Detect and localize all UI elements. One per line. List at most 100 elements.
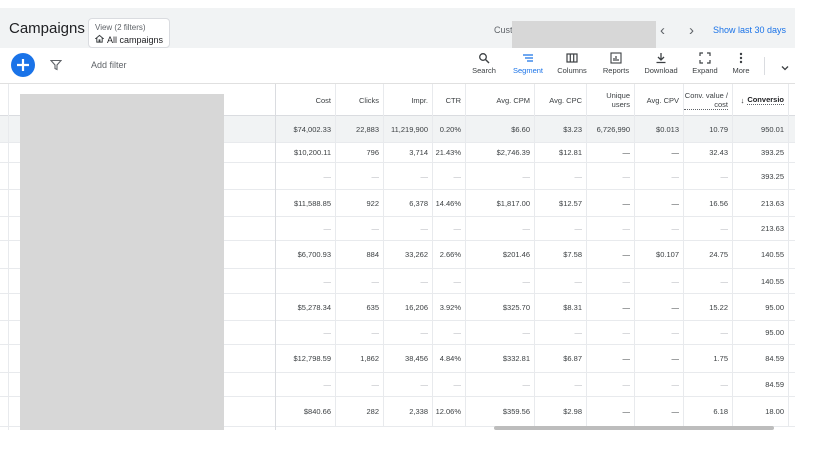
column-header-label: Avg. CPM: [496, 95, 530, 105]
chevron-right-icon[interactable]: ›: [689, 22, 694, 39]
reports-icon: [610, 52, 622, 64]
cell-avg-cpv: $0.013: [635, 116, 684, 142]
expand-button[interactable]: Expand: [689, 52, 721, 75]
cell-clicks: —: [336, 373, 384, 396]
add-button[interactable]: [11, 53, 35, 77]
column-header-label: Avg. CPV: [646, 95, 679, 105]
cell-clicks: 635: [336, 294, 384, 320]
cell-unique-users: —: [587, 373, 635, 396]
cell-avg-cpc: —: [535, 269, 587, 293]
reports-button[interactable]: Reports: [600, 52, 632, 75]
columns-icon: [566, 53, 578, 63]
column-header-avg-cpm[interactable]: Avg. CPM: [466, 84, 535, 116]
cell-avg-cpc: $6.87: [535, 345, 587, 372]
chevron-down-icon[interactable]: [780, 60, 790, 78]
column-header-ctr[interactable]: CTR: [433, 84, 466, 116]
cell-avg-cpv: —: [635, 269, 684, 293]
cell-avg-cpc: —: [535, 321, 587, 344]
column-header-label: Unique users: [606, 91, 630, 109]
cell-conversions: 213.63: [733, 217, 789, 240]
cell-conversions: 18.00: [733, 397, 789, 426]
top-bar: Campaigns View (2 filters) All campaigns…: [0, 8, 795, 53]
cell-impr: 2,338: [384, 397, 433, 426]
cell-avg-cpc: $8.31: [535, 294, 587, 320]
cell-impr: —: [384, 163, 433, 189]
cell-ctr: 14.46%: [433, 190, 466, 216]
cell-impr: —: [384, 269, 433, 293]
search-icon: [479, 53, 490, 64]
cell-ctr: —: [433, 373, 466, 396]
cell-avg-cpv: $0.107: [635, 241, 684, 268]
column-header-label: Cost: [315, 95, 331, 105]
column-header-conv-value-cost[interactable]: Conv. value / cost: [684, 84, 733, 116]
cell-impr: 3,714: [384, 143, 433, 162]
cell-avg-cpm: $325.70: [466, 294, 535, 320]
cell-avg-cpc: $12.57: [535, 190, 587, 216]
cell-avg-cpm: —: [466, 163, 535, 189]
toolbar: Add filter Search Segment Columns Report…: [0, 48, 795, 84]
filter-icon[interactable]: [49, 58, 63, 76]
cell-cost: —: [276, 373, 336, 396]
cell-impr: —: [384, 373, 433, 396]
column-header-impr[interactable]: Impr.: [384, 84, 433, 116]
columns-button[interactable]: Columns: [555, 52, 589, 75]
cell-impr: 6,378: [384, 190, 433, 216]
cell-avg-cpv: —: [635, 190, 684, 216]
chevron-left-icon[interactable]: ‹: [660, 22, 665, 39]
download-label: Download: [644, 66, 678, 75]
column-header-label: Conv. value / cost: [684, 90, 728, 110]
cell-clicks: 282: [336, 397, 384, 426]
cell-conv-value-cost: 10.79: [684, 116, 733, 142]
cell-conversions: 140.55: [733, 269, 789, 293]
campaigns-table: Cost Clicks Impr. CTR Avg. CPM Avg. CPC Unique…: [0, 84, 795, 430]
view-selector[interactable]: View (2 filters) All campaigns: [88, 18, 170, 48]
column-header-conversions[interactable]: ↓ Conversio: [733, 84, 789, 116]
cell-conversions: 84.59: [733, 373, 789, 396]
column-header-cost[interactable]: Cost: [276, 84, 336, 116]
cell-avg-cpc: $12.81: [535, 143, 587, 162]
segment-button[interactable]: Segment: [510, 52, 546, 75]
add-filter-link[interactable]: Add filter: [91, 60, 127, 70]
cell-avg-cpv: —: [635, 397, 684, 426]
cell-clicks: 796: [336, 143, 384, 162]
cell-conv-value-cost: 24.75: [684, 241, 733, 268]
cell-impr: 33,262: [384, 241, 433, 268]
cell-impr: —: [384, 321, 433, 344]
column-header-label: CTR: [445, 95, 461, 105]
cell-clicks: —: [336, 217, 384, 240]
view-value: All campaigns: [107, 34, 164, 45]
cell-unique-users: —: [587, 321, 635, 344]
cell-conv-value-cost: 1.75: [684, 345, 733, 372]
cell-impr: 11,219,900: [384, 116, 433, 142]
column-header-avg-cpv[interactable]: Avg. CPV: [635, 84, 684, 116]
column-header-unique-users[interactable]: Unique users: [587, 84, 635, 116]
horizontal-scrollbar[interactable]: [494, 426, 774, 430]
cell-avg-cpc: $2.98: [535, 397, 587, 426]
column-header-avg-cpc[interactable]: Avg. CPC: [535, 84, 587, 116]
cell-unique-users: —: [587, 269, 635, 293]
cell-conversions: 393.25: [733, 143, 789, 162]
column-header-label: Avg. CPC: [549, 95, 582, 105]
cell-unique-users: —: [587, 345, 635, 372]
cell-unique-users: —: [587, 190, 635, 216]
column-header-clicks[interactable]: Clicks: [336, 84, 384, 116]
cell-cost: $10,200.11: [276, 143, 336, 162]
cell-conv-value-cost: 15.22: [684, 294, 733, 320]
cell-avg-cpm: $359.56: [466, 397, 535, 426]
search-button[interactable]: Search: [471, 52, 497, 75]
cell-avg-cpc: —: [535, 163, 587, 189]
page-title: Campaigns: [9, 20, 85, 37]
date-range-link[interactable]: Show last 30 days: [713, 25, 786, 35]
cell-conversions: 95.00: [733, 321, 789, 344]
cell-clicks: 884: [336, 241, 384, 268]
cell-impr: —: [384, 217, 433, 240]
cell-avg-cpv: —: [635, 163, 684, 189]
download-button[interactable]: Download: [642, 52, 680, 75]
cell-avg-cpm: —: [466, 373, 535, 396]
column-header-label: Conversio: [747, 95, 784, 105]
toolbar-divider: [764, 57, 765, 75]
cell-conv-value-cost: 32.43: [684, 143, 733, 162]
cell-conversions: 95.00: [733, 294, 789, 320]
more-button[interactable]: More: [728, 52, 754, 75]
home-icon: [94, 34, 105, 45]
